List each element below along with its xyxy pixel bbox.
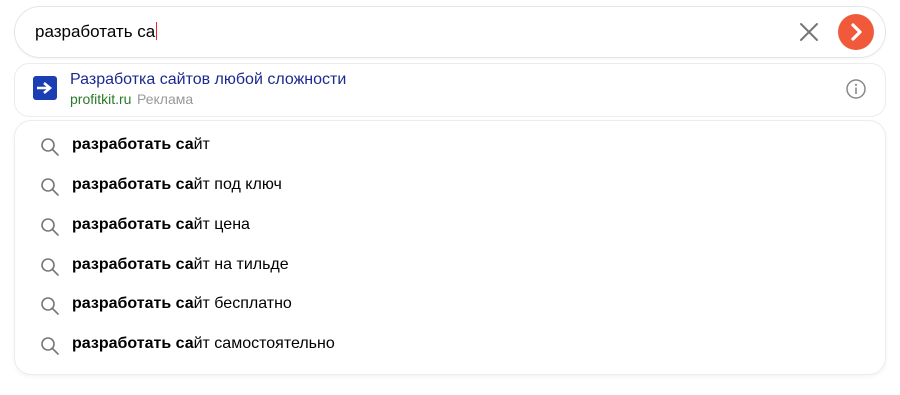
search-box[interactable]: разработать са [15,7,885,57]
arrow-right-icon [851,23,862,41]
search-icon [41,297,59,315]
suggestion-text: разработать сайт [72,136,210,153]
search-icon [41,218,59,236]
search-icon [41,138,59,156]
ad-logo [33,76,57,100]
search-submit-button[interactable] [838,14,874,50]
suggestion-text: разработать сайт на тильде [72,256,289,273]
search-icon [41,178,59,196]
suggestion-item[interactable]: разработать сайт цена [15,206,885,246]
info-icon [846,79,866,99]
suggestions-list: разработать сайт разработать сайт под кл… [15,121,885,374]
arrow-logo-icon [37,82,53,94]
ad-url[interactable]: profitkit.ru [70,91,131,107]
suggestion-text: разработать сайт под ключ [72,176,282,193]
suggestion-item[interactable]: разработать сайт [15,126,885,166]
search-icon [41,337,59,355]
search-input-value[interactable]: разработать са [35,22,155,41]
suggestion-text: разработать сайт цена [72,216,250,233]
ad-info-button[interactable] [845,78,867,100]
ad-title-link[interactable]: Разработка сайтов любой сложности [70,71,346,89]
suggestion-item[interactable]: разработать сайт под ключ [15,166,885,206]
search-input[interactable]: разработать са [35,21,158,43]
text-caret [156,22,158,40]
suggestion-item[interactable]: разработать сайт на тильде [15,246,885,286]
search-icon [41,258,59,276]
ad-label: Реклама [137,91,194,107]
suggestion-text: разработать сайт бесплатно [72,295,292,312]
suggestion-item[interactable]: разработать сайт самостоятельно [15,325,885,365]
close-icon [800,23,818,41]
clear-button[interactable] [797,20,821,44]
suggestion-text: разработать сайт самостоятельно [72,335,335,352]
ad-result[interactable]: Разработка сайтов любой сложности profit… [15,64,885,116]
suggestion-item[interactable]: разработать сайт бесплатно [15,285,885,325]
